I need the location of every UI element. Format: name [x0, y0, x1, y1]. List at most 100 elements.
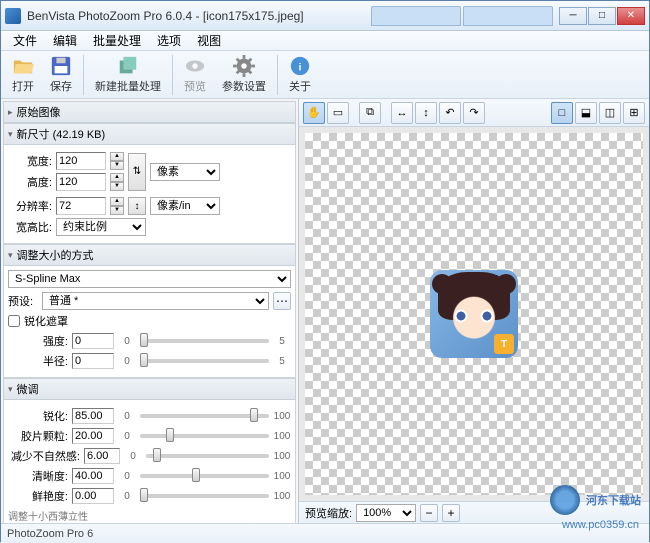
panel-new-size-body: 宽度: ▲▼ 高度: ▲▼ ⇅ 像素 分辨率: — [3, 145, 296, 244]
size-unit-combo[interactable]: 像素 — [150, 163, 220, 181]
vivid-input[interactable] — [72, 488, 114, 504]
flip-v-button[interactable]: ↕ — [415, 102, 437, 124]
zoom-in-button[interactable]: + — [442, 504, 460, 522]
status-text: PhotoZoom Pro 6 — [7, 528, 93, 540]
aspect-label: 宽高比: — [8, 219, 52, 235]
intensity-input[interactable] — [72, 333, 114, 349]
minimize-button[interactable]: ─ — [559, 7, 587, 25]
sidebar: 原始图像 新尺寸 (42.19 KB) 宽度: ▲▼ 高度: ▲▼ — [1, 99, 299, 523]
about-button[interactable]: i 关于 — [282, 52, 318, 97]
titlebar: BenVista PhotoZoom Pro 6.0.4 - [icon175x… — [1, 1, 649, 31]
crop-tool-button[interactable]: ⧉ — [359, 102, 381, 124]
resolution-spinner[interactable]: ▲▼ — [110, 197, 124, 215]
bg-tab-1[interactable] — [371, 6, 461, 26]
menubar: 文件 编辑 批量处理 选项 视图 — [1, 31, 649, 51]
menu-view[interactable]: 视图 — [189, 30, 229, 51]
menu-batch[interactable]: 批量处理 — [85, 30, 149, 51]
gear-icon — [233, 55, 255, 77]
sharpen-input[interactable] — [72, 408, 114, 424]
view-single-button[interactable]: □ — [551, 102, 573, 124]
height-label: 高度: — [8, 174, 52, 190]
radius-input[interactable] — [72, 353, 114, 369]
rotate-cw-icon: ↷ — [469, 106, 478, 119]
zoom-out-button[interactable]: − — [420, 504, 438, 522]
flip-v-icon: ↕ — [423, 107, 429, 119]
save-button[interactable]: 保存 — [43, 52, 79, 97]
close-button[interactable]: ✕ — [617, 7, 645, 25]
svg-text:i: i — [299, 63, 302, 74]
height-spinner[interactable]: ▲▼ — [110, 173, 124, 191]
select-tool-button[interactable]: ▭ — [327, 102, 349, 124]
view-split-v-button[interactable]: ⬓ — [575, 102, 597, 124]
marquee-icon: ▭ — [333, 106, 343, 119]
view-split-h-icon: ◫ — [605, 106, 615, 119]
aspect-combo[interactable]: 约束比例 — [56, 218, 146, 236]
rotate-cw-button[interactable]: ↷ — [463, 102, 485, 124]
panel-new-size[interactable]: 新尺寸 (42.19 KB) — [3, 123, 296, 145]
open-button[interactable]: 打开 — [5, 52, 41, 97]
view-split-h-button[interactable]: ◫ — [599, 102, 621, 124]
view-split-v-icon: ⬓ — [581, 106, 591, 119]
panel-resize-method[interactable]: 调整大小的方式 — [3, 244, 296, 266]
vivid-slider[interactable] — [140, 494, 269, 498]
panel-original-image[interactable]: 原始图像 — [3, 101, 296, 123]
panel-fine-tuning[interactable]: 微调 — [3, 378, 296, 400]
menu-options[interactable]: 选项 — [149, 30, 189, 51]
toolbar-separator — [83, 55, 84, 95]
crop-icon: ⧉ — [366, 106, 374, 119]
eye-icon — [184, 55, 206, 77]
artifact-label: 减少不自然感: — [8, 448, 80, 464]
preset-combo[interactable]: 普通 * — [42, 292, 269, 310]
hand-tool-button[interactable]: ✋ — [303, 102, 325, 124]
preview-image[interactable]: T — [430, 270, 518, 358]
window-controls: ─ □ ✕ — [559, 7, 645, 25]
preset-menu-button[interactable]: ⋯ — [273, 292, 291, 310]
artifact-input[interactable] — [84, 448, 120, 464]
flip-h-icon: ↔ — [397, 107, 408, 119]
maximize-button[interactable]: □ — [588, 7, 616, 25]
menu-file[interactable]: 文件 — [5, 30, 45, 51]
sharpen-slider[interactable] — [140, 414, 269, 418]
rotate-ccw-button[interactable]: ↶ — [439, 102, 461, 124]
height-input[interactable] — [56, 173, 106, 191]
link-res-button[interactable]: ↕ — [128, 197, 146, 215]
main-area: 原始图像 新尺寸 (42.19 KB) 宽度: ▲▼ 高度: ▲▼ — [1, 99, 649, 523]
radius-slider[interactable] — [140, 359, 269, 363]
canvas-viewport[interactable]: T — [299, 127, 649, 501]
resolution-input[interactable] — [56, 197, 106, 215]
view-quad-button[interactable]: ⊞ — [623, 102, 645, 124]
flip-h-button[interactable]: ↔ — [391, 102, 413, 124]
bg-tab-2[interactable] — [463, 6, 553, 26]
zoom-combo[interactable]: 100% — [356, 504, 416, 522]
intensity-slider[interactable] — [140, 339, 269, 343]
info-icon: i — [289, 55, 311, 77]
folder-open-icon — [12, 55, 34, 77]
preset-label: 预设: — [8, 293, 38, 309]
preview-button[interactable]: 预览 — [177, 52, 213, 97]
clarity-slider[interactable] — [140, 474, 269, 478]
canvas-area: ✋ ▭ ⧉ ↔ ↕ ↶ ↷ □ ⬓ ◫ ⊞ — [299, 99, 649, 523]
width-spinner[interactable]: ▲▼ — [110, 152, 124, 170]
width-input[interactable] — [56, 152, 106, 170]
sharpen-mask-label: 锐化遮罩 — [24, 313, 68, 329]
floppy-icon — [50, 55, 72, 77]
res-unit-combo[interactable]: 像素/in — [150, 197, 220, 215]
params-button[interactable]: 参数设置 — [215, 52, 273, 97]
canvas-toolbar: ✋ ▭ ⧉ ↔ ↕ ↶ ↷ □ ⬓ ◫ ⊞ — [299, 99, 649, 127]
batch-button[interactable]: 新建批量处理 — [88, 52, 168, 97]
sharpen-mask-checkbox[interactable] — [8, 315, 20, 327]
grain-slider[interactable] — [140, 434, 269, 438]
link-dimensions-button[interactable]: ⇅ — [128, 153, 146, 191]
menu-edit[interactable]: 编辑 — [45, 30, 85, 51]
method-combo[interactable]: S-Spline Max — [8, 270, 291, 288]
grain-input[interactable] — [72, 428, 114, 444]
canvas-footer: 预览缩放: 100% − + — [299, 501, 649, 523]
artifact-slider[interactable] — [146, 454, 269, 458]
width-label: 宽度: — [8, 153, 52, 169]
zoom-label: 预览缩放: — [305, 505, 352, 521]
intensity-label: 强度: — [8, 333, 68, 349]
window-title: BenVista PhotoZoom Pro 6.0.4 - [icon175x… — [27, 9, 371, 23]
hand-icon: ✋ — [307, 106, 321, 119]
clarity-input[interactable] — [72, 468, 114, 484]
background-tabs — [371, 6, 553, 26]
